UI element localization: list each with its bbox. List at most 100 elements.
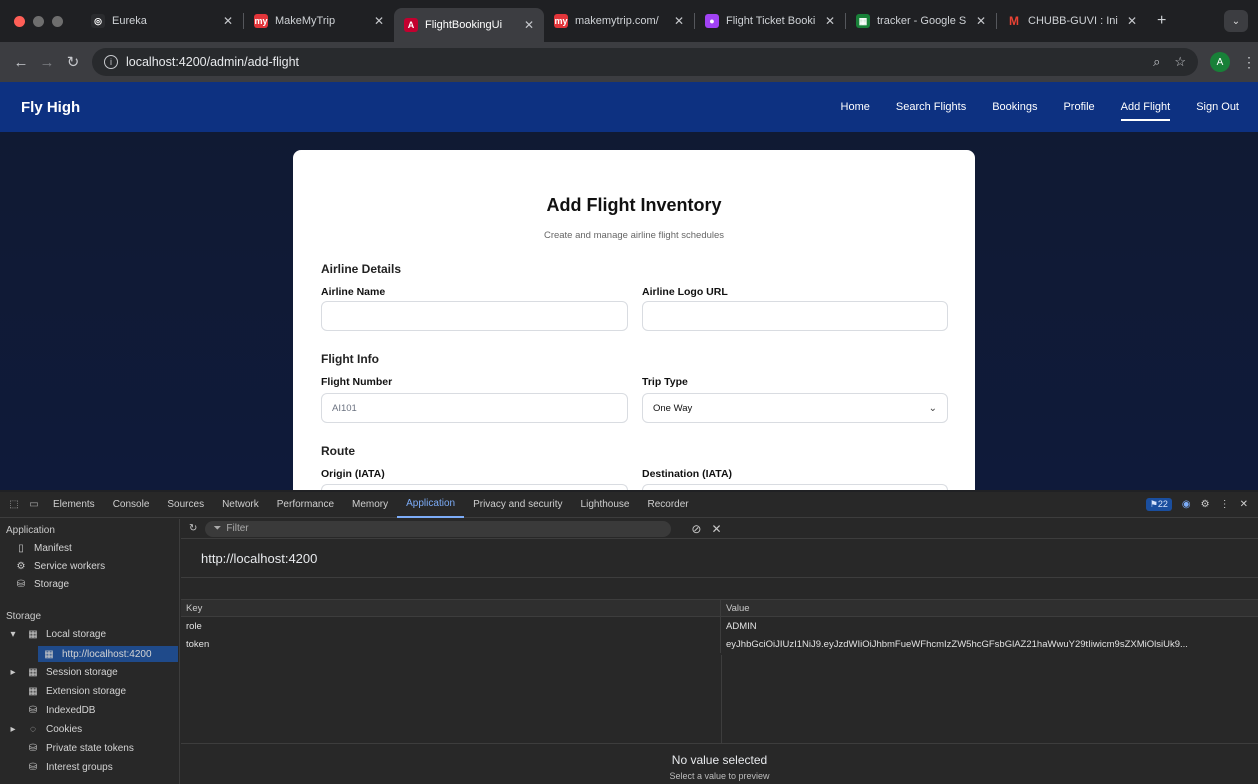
browser-tab-strip: ◎ Eureka ✕ my MakeMyTrip ✕ A FlightBooki… xyxy=(0,0,1258,42)
row-value[interactable]: ADMIN xyxy=(721,617,1258,635)
sidebar-item-storage[interactable]: ⛁ Storage xyxy=(14,579,69,590)
nav-home[interactable]: Home xyxy=(828,101,883,113)
devtools-tab-memory[interactable]: Memory xyxy=(343,492,397,518)
browser-tab[interactable]: ◎ Eureka ✕ xyxy=(81,6,243,36)
close-tab-icon[interactable]: ✕ xyxy=(223,14,233,28)
forward-arrow-icon[interactable]: → xyxy=(34,54,60,71)
app-header: Fly High Home Search Flights Bookings Pr… xyxy=(0,82,1258,132)
devtools-tab-elements[interactable]: Elements xyxy=(44,492,104,518)
maximize-window-button[interactable] xyxy=(52,15,63,27)
column-header-key[interactable]: Key xyxy=(181,599,721,617)
issues-badge[interactable]: ⚑22 xyxy=(1145,498,1172,511)
grid-icon: ▦ xyxy=(28,686,38,697)
table-row[interactable]: token eyJhbGciOiJIUzI1NiJ9.eyJzdWIiOiJhb… xyxy=(181,635,1258,653)
tab-title: Eureka xyxy=(112,15,147,27)
close-tab-icon[interactable]: ✕ xyxy=(674,14,684,28)
clear-all-icon[interactable]: ⊘ xyxy=(691,522,701,536)
nav-add-flight[interactable]: Add Flight xyxy=(1108,101,1184,121)
reload-icon[interactable]: ↻ xyxy=(60,53,86,71)
row-key[interactable]: token xyxy=(181,635,721,653)
devtools-tab-performance[interactable]: Performance xyxy=(268,492,343,518)
sidebar-item-extension-storage[interactable]: ▦ Extension storage xyxy=(26,686,126,697)
tab-favicon-icon: ● xyxy=(705,14,719,28)
devtools-tab-lighthouse[interactable]: Lighthouse xyxy=(572,492,639,518)
sidebar-item-private-state-tokens[interactable]: ⛁ Private state tokens xyxy=(26,743,134,754)
filter-funnel-icon: ⏷ xyxy=(213,523,222,534)
airline-logo-url-input[interactable] xyxy=(642,301,948,331)
zoom-icon[interactable]: ⌕ xyxy=(1153,54,1160,70)
table-row[interactable]: role ADMIN xyxy=(181,617,1258,635)
add-flight-card: Add Flight Inventory Create and manage a… xyxy=(293,150,975,490)
nav-search-flights[interactable]: Search Flights xyxy=(883,101,979,113)
close-tab-icon[interactable]: ✕ xyxy=(374,14,384,28)
sidebar-item-indexeddb[interactable]: ⛁ IndexedDB xyxy=(26,705,96,716)
profile-avatar[interactable]: A xyxy=(1210,52,1230,72)
site-info-icon[interactable]: i xyxy=(104,55,118,69)
row-value[interactable]: eyJhbGciOiJIUzI1NiJ9.eyJzdWIiOiJhbmFueWF… xyxy=(721,635,1258,653)
devtools-tab-console[interactable]: Console xyxy=(104,492,159,518)
sidebar-item-local-origin[interactable]: ▦ http://localhost:4200 xyxy=(38,646,178,662)
expand-arrow-icon: ▸ xyxy=(10,724,16,735)
destination-iata-input[interactable] xyxy=(642,484,948,490)
devtools-tab-sources[interactable]: Sources xyxy=(158,492,213,518)
tab-title: tracker - Google S xyxy=(877,15,967,27)
sidebar-item-session-storage[interactable]: ▸ ▦ Session storage xyxy=(6,667,117,678)
section-route: Route xyxy=(321,444,355,458)
inspect-element-icon[interactable]: ⬚ xyxy=(4,499,24,510)
close-devtools-icon[interactable]: ✕ xyxy=(1240,499,1248,510)
origin-iata-input[interactable] xyxy=(321,484,628,490)
close-tab-icon[interactable]: ✕ xyxy=(976,14,986,28)
refresh-icon[interactable]: ↻ xyxy=(189,523,197,534)
device-toolbar-icon[interactable]: ▭ xyxy=(24,499,44,510)
browser-menu-icon[interactable]: ⋮ xyxy=(1242,54,1256,71)
sidebar-item-interest-groups[interactable]: ⛁ Interest groups xyxy=(26,762,113,773)
section-flight-info: Flight Info xyxy=(321,352,379,366)
flight-number-input[interactable]: AI101 xyxy=(321,393,628,423)
database-icon: ⛁ xyxy=(28,762,38,773)
column-header-value[interactable]: Value xyxy=(721,599,1258,617)
address-bar[interactable]: i localhost:4200/admin/add-flight ⌕ ☆ xyxy=(92,48,1198,76)
sidebar-item-manifest[interactable]: ▯ Manifest xyxy=(14,543,72,554)
devtools-menu-icon[interactable]: ⋮ xyxy=(1220,499,1230,510)
filter-input[interactable]: ⏷ Filter xyxy=(205,520,672,537)
tab-title: FlightBookingUi xyxy=(425,19,503,31)
sidebar-item-service-workers[interactable]: ⚙ Service workers xyxy=(14,561,106,572)
close-tab-icon[interactable]: ✕ xyxy=(825,14,835,28)
close-tab-icon[interactable]: ✕ xyxy=(524,18,534,32)
browser-tab[interactable]: ▦ tracker - Google S ✕ xyxy=(846,6,996,36)
brand-logo[interactable]: Fly High xyxy=(21,99,80,116)
back-arrow-icon[interactable]: ← xyxy=(8,54,34,71)
extension-icon[interactable]: ◉ xyxy=(1182,499,1191,510)
bookmark-star-icon[interactable]: ☆ xyxy=(1174,54,1186,70)
url-text: localhost:4200/admin/add-flight xyxy=(126,55,300,69)
destination-iata-label: Destination (IATA) xyxy=(642,468,733,480)
devtools-tab-recorder[interactable]: Recorder xyxy=(638,492,697,518)
document-icon: ▯ xyxy=(18,543,24,554)
trip-type-select[interactable]: One Way ⌄ xyxy=(642,393,948,423)
browser-tab[interactable]: my MakeMyTrip ✕ xyxy=(244,6,394,36)
nav-bookings[interactable]: Bookings xyxy=(979,101,1050,113)
sidebar-item-local-storage[interactable]: ▾ ▦ Local storage xyxy=(6,629,106,640)
browser-tab[interactable]: my makemytrip.com/ ✕ xyxy=(544,6,694,36)
tab-search-chevron-icon[interactable]: ⌄ xyxy=(1224,10,1248,32)
airline-name-input[interactable] xyxy=(321,301,628,331)
close-window-button[interactable] xyxy=(14,15,25,27)
nav-sign-out[interactable]: Sign Out xyxy=(1183,101,1252,113)
tab-title: makemytrip.com/ xyxy=(575,15,659,27)
settings-gear-icon[interactable]: ⚙ xyxy=(1201,499,1210,510)
row-key[interactable]: role xyxy=(181,617,721,635)
close-tab-icon[interactable]: ✕ xyxy=(1127,14,1137,28)
nav-profile[interactable]: Profile xyxy=(1050,101,1107,113)
browser-tab-active[interactable]: A FlightBookingUi ✕ xyxy=(394,8,544,42)
devtools-tab-network[interactable]: Network xyxy=(213,492,268,518)
preview-subtitle: Select a value to preview xyxy=(669,771,770,781)
devtools-tab-privacy[interactable]: Privacy and security xyxy=(464,492,571,518)
delete-selected-icon[interactable]: ✕ xyxy=(711,522,721,536)
tab-favicon-icon: ◎ xyxy=(91,14,105,28)
browser-tab[interactable]: ● Flight Ticket Booki ✕ xyxy=(695,6,845,36)
devtools-tab-application[interactable]: Application xyxy=(397,492,465,518)
new-tab-icon[interactable]: + xyxy=(1157,12,1166,30)
browser-tab[interactable]: M CHUBB-GUVI : Ini ✕ xyxy=(997,6,1147,36)
minimize-window-button[interactable] xyxy=(33,15,44,27)
sidebar-item-cookies[interactable]: ▸ ◌ Cookies xyxy=(6,724,82,735)
